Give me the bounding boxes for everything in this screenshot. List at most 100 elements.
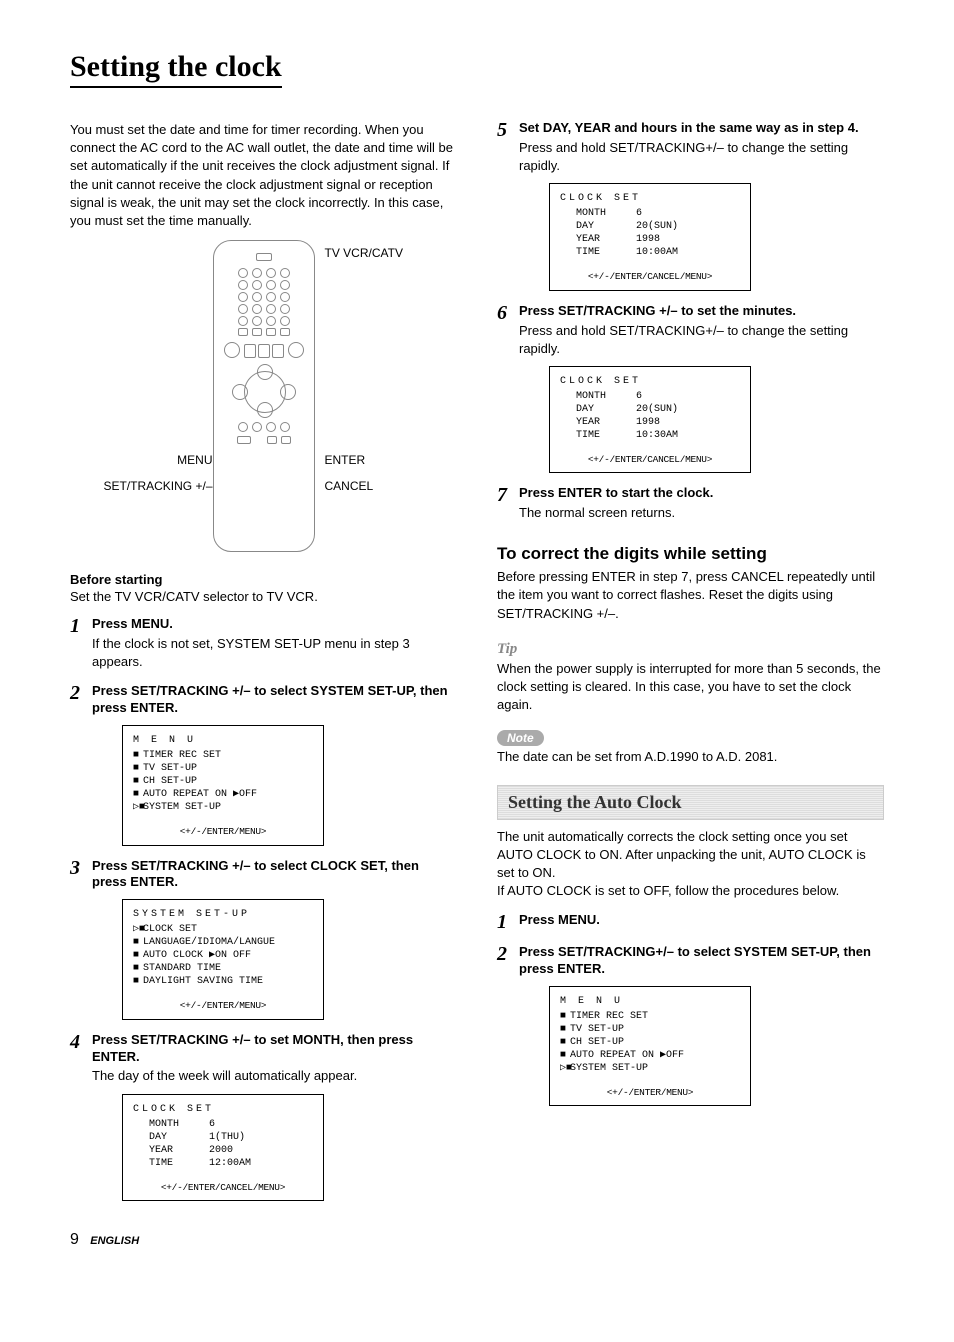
step-title: Press MENU. bbox=[519, 912, 884, 929]
osd-kv: YEAR1998 bbox=[560, 233, 740, 246]
step-text: Press and hold SET/TRACKING+/– to change… bbox=[519, 322, 884, 358]
osd-screen: M E N U ■TIMER REC SET■TV SET-UP■CH SET-U… bbox=[549, 986, 751, 1106]
step: 2Press SET/TRACKING +/– to select SYSTEM… bbox=[70, 683, 457, 845]
auto-clock-banner: Setting the Auto Clock bbox=[497, 785, 884, 820]
step-text: The day of the week will automatically a… bbox=[92, 1067, 457, 1085]
step-number: 2 bbox=[70, 683, 92, 703]
step-number: 3 bbox=[70, 858, 92, 878]
osd-heading: SYSTEM SET-UP bbox=[133, 908, 313, 921]
tip-text: When the power supply is interrupted for… bbox=[497, 660, 884, 715]
step-number: 6 bbox=[497, 303, 519, 323]
remote-outline bbox=[213, 240, 315, 552]
note-text: The date can be set from A.D.1990 to A.D… bbox=[497, 748, 884, 766]
osd-screen: CLOCK SET MONTH6DAY1(THU)YEAR2000TIME12:0… bbox=[122, 1094, 324, 1201]
correct-text: Before pressing ENTER in step 7, press C… bbox=[497, 568, 884, 623]
step-number: 1 bbox=[70, 616, 92, 636]
osd-heading: M E N U bbox=[560, 995, 740, 1008]
intro-paragraph: You must set the date and time for timer… bbox=[70, 121, 457, 230]
osd-kv: YEAR1998 bbox=[560, 416, 740, 429]
step-text: Press and hold SET/TRACKING+/– to change… bbox=[519, 139, 884, 175]
osd-heading: CLOCK SET bbox=[133, 1103, 313, 1116]
osd-kv: MONTH6 bbox=[560, 390, 740, 403]
osd-screen: SYSTEM SET-UP ▷■CLOCK SET■LANGUAGE/IDIOMA… bbox=[122, 899, 324, 1019]
page-title: Setting the clock bbox=[70, 50, 282, 88]
before-starting-text: Set the TV VCR/CATV selector to TV VCR. bbox=[70, 589, 457, 604]
osd-line: ■TIMER REC SET bbox=[560, 1010, 740, 1023]
osd-screen: M E N U ■TIMER REC SET■TV SET-UP■CH SET-U… bbox=[122, 725, 324, 845]
step-title: Press MENU. bbox=[92, 616, 457, 633]
correct-heading: To correct the digits while setting bbox=[497, 544, 884, 564]
osd-line: ■CH SET-UP bbox=[133, 775, 313, 788]
osd-footer: <+/-/ENTER/MENU> bbox=[133, 826, 313, 838]
step: 4Press SET/TRACKING +/– to set MONTH, th… bbox=[70, 1032, 457, 1201]
osd-line: ■TV SET-UP bbox=[133, 762, 313, 775]
osd-line: ■TIMER REC SET bbox=[133, 749, 313, 762]
osd-line: ■AUTO REPEAT ON ▶OFF bbox=[560, 1049, 740, 1062]
label-enter: ENTER bbox=[325, 453, 366, 467]
osd-line: ▷■SYSTEM SET-UP bbox=[133, 801, 313, 814]
step: 7Press ENTER to start the clock. The norm… bbox=[497, 485, 884, 522]
osd-kv: YEAR2000 bbox=[133, 1144, 313, 1157]
osd-kv: MONTH6 bbox=[133, 1118, 313, 1131]
step-title: Set DAY, YEAR and hours in the same way … bbox=[519, 120, 884, 137]
step-number: 5 bbox=[497, 120, 519, 140]
osd-screen: CLOCK SET MONTH6DAY20(SUN)YEAR1998TIME10:… bbox=[549, 366, 751, 473]
osd-kv: TIME10:00AM bbox=[560, 246, 740, 259]
step-number: 1 bbox=[497, 912, 519, 932]
label-tv-vcr-catv: TV VCR/CATV bbox=[325, 246, 403, 260]
osd-line: ■STANDARD TIME bbox=[133, 962, 313, 975]
osd-line: ■DAYLIGHT SAVING TIME bbox=[133, 975, 313, 988]
osd-line: ■CH SET-UP bbox=[560, 1036, 740, 1049]
step-number: 2 bbox=[497, 944, 519, 964]
step-title: Press ENTER to start the clock. bbox=[519, 485, 884, 502]
osd-heading: CLOCK SET bbox=[560, 192, 740, 205]
step: 6Press SET/TRACKING +/– to set the minut… bbox=[497, 303, 884, 474]
osd-kv: DAY20(SUN) bbox=[560, 220, 740, 233]
osd-footer: <+/-/ENTER/MENU> bbox=[560, 1087, 740, 1099]
label-set-tracking: SET/TRACKING +/– bbox=[103, 479, 212, 493]
osd-line: ■TV SET-UP bbox=[560, 1023, 740, 1036]
page-number: 9 bbox=[70, 1231, 79, 1248]
remote-figure: MENU SET/TRACKING +/– bbox=[70, 240, 457, 552]
page-lang: ENGLISH bbox=[90, 1235, 139, 1247]
note-label: Note bbox=[497, 730, 544, 746]
osd-heading: CLOCK SET bbox=[560, 375, 740, 388]
osd-line: ▷■CLOCK SET bbox=[133, 923, 313, 936]
osd-footer: <+/-/ENTER/CANCEL/MENU> bbox=[560, 271, 740, 283]
step: 3Press SET/TRACKING +/– to select CLOCK … bbox=[70, 858, 457, 1020]
step-title: Press SET/TRACKING+/– to select SYSTEM S… bbox=[519, 944, 884, 978]
step-number: 7 bbox=[497, 485, 519, 505]
osd-footer: <+/-/ENTER/CANCEL/MENU> bbox=[133, 1182, 313, 1194]
osd-kv: TIME10:30AM bbox=[560, 429, 740, 442]
osd-kv: DAY1(THU) bbox=[133, 1131, 313, 1144]
osd-kv: MONTH6 bbox=[560, 207, 740, 220]
osd-line: ■AUTO CLOCK ▶ON OFF bbox=[133, 949, 313, 962]
tip-label: Tip bbox=[497, 641, 517, 658]
step: 1Press MENU. If the clock is not set, SYS… bbox=[70, 616, 457, 671]
page-footer: 9 ENGLISH bbox=[70, 1231, 884, 1249]
step-title: Press SET/TRACKING +/– to select CLOCK S… bbox=[92, 858, 457, 892]
osd-line: ▷■SYSTEM SET-UP bbox=[560, 1062, 740, 1075]
step: 2Press SET/TRACKING+/– to select SYSTEM … bbox=[497, 944, 884, 1106]
osd-line: ■AUTO REPEAT ON ▶OFF bbox=[133, 788, 313, 801]
step: 1Press MENU. bbox=[497, 912, 884, 932]
step: 5Set DAY, YEAR and hours in the same way… bbox=[497, 120, 884, 291]
label-menu: MENU bbox=[177, 453, 212, 467]
auto-clock-title: Setting the Auto Clock bbox=[508, 792, 682, 812]
step-text: The normal screen returns. bbox=[519, 504, 884, 522]
step-title: Press SET/TRACKING +/– to select SYSTEM … bbox=[92, 683, 457, 717]
step-title: Press SET/TRACKING +/– to set MONTH, the… bbox=[92, 1032, 457, 1066]
auto-clock-intro: The unit automatically corrects the cloc… bbox=[497, 828, 884, 901]
osd-footer: <+/-/ENTER/CANCEL/MENU> bbox=[560, 454, 740, 466]
osd-heading: M E N U bbox=[133, 734, 313, 747]
step-text: If the clock is not set, SYSTEM SET-UP m… bbox=[92, 635, 457, 671]
step-title: Press SET/TRACKING +/– to set the minute… bbox=[519, 303, 884, 320]
before-starting-heading: Before starting bbox=[70, 572, 457, 587]
step-number: 4 bbox=[70, 1032, 92, 1052]
osd-kv: TIME12:00AM bbox=[133, 1157, 313, 1170]
osd-footer: <+/-/ENTER/MENU> bbox=[133, 1000, 313, 1012]
osd-screen: CLOCK SET MONTH6DAY20(SUN)YEAR1998TIME10:… bbox=[549, 183, 751, 290]
osd-kv: DAY20(SUN) bbox=[560, 403, 740, 416]
osd-line: ■LANGUAGE/IDIOMA/LANGUE bbox=[133, 936, 313, 949]
label-cancel: CANCEL bbox=[325, 479, 374, 493]
